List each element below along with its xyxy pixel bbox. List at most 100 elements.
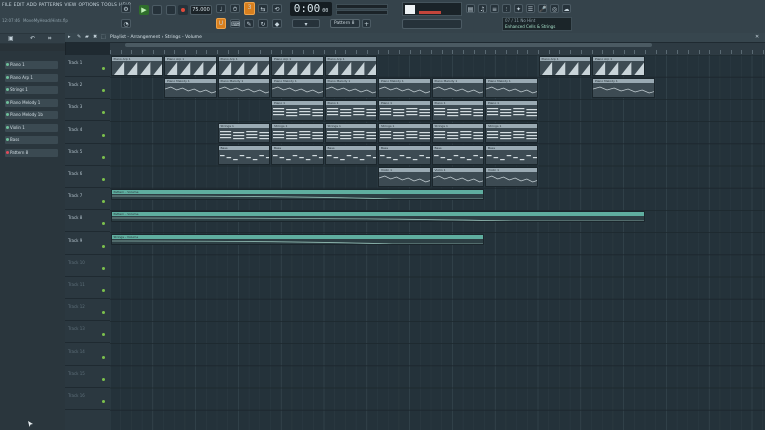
loop-icon[interactable]: ↻ [258,19,268,28]
wrench-icon[interactable]: ⚙ [121,4,131,13]
menu-options[interactable]: OPTIONS [78,3,99,11]
tag-icon[interactable]: ⌗ [48,35,51,43]
browser-item[interactable]: Piano 1 [5,61,58,69]
render-icon[interactable]: ◎ [550,4,559,13]
browser-item[interactable]: Bass [5,136,58,144]
track-mute-led[interactable] [102,200,105,204]
playlist-icon[interactable]: ▤ [466,4,475,13]
master-volume-slider[interactable] [336,4,388,9]
playlist-clip[interactable]: Piano Arp 1 [538,56,591,77]
browser-item[interactable]: Pattern 8 [5,148,58,157]
playlist-clip[interactable]: Strings 1 [217,122,270,143]
menu-add[interactable]: ADD [26,3,36,11]
browser-item[interactable]: Piano Melody 1 [5,98,58,107]
track-header[interactable]: Track 1 [65,55,110,77]
snap-selector[interactable]: ▾ [292,19,320,28]
wait-input-icon[interactable]: ⏱ [230,4,240,13]
track-header[interactable]: Track 14 [65,344,110,366]
mixer-icon[interactable]: ⫶ [502,4,511,13]
add-pattern-icon[interactable]: + [362,19,371,28]
loop-record-icon[interactable]: ⟲ [272,4,282,13]
playlist-clip[interactable]: Piano 1 [485,100,538,121]
playlist-clip[interactable]: Bass [324,144,377,165]
playlist-clip[interactable]: Piano Melody 1 [217,78,270,99]
playlist-clip[interactable]: Bass [217,144,270,165]
playlist-clip[interactable]: Piano Melody 1 [271,78,324,99]
track-header[interactable]: Track 3 [65,99,110,122]
select-tool-icon[interactable]: ⬚ [101,34,106,40]
blend-notes-icon[interactable]: ⇆ [258,4,268,13]
track-mute-led[interactable] [102,377,105,381]
play-button[interactable]: ▶ [139,5,149,15]
playlist-clip[interactable]: Piano Melody 1 [592,78,656,99]
draw-tool-icon[interactable]: ✎ [77,34,81,40]
track-header[interactable]: Track 9 [65,233,110,255]
playlist-clip[interactable]: Piano Melody 1 [485,78,538,99]
playlist-clip[interactable]: Piano 1 [431,100,484,121]
browser-item[interactable]: Piano Arp 1 [5,73,58,82]
playlist-clip[interactable]: Piano 1 [378,100,431,121]
track-header[interactable]: Track 13 [65,321,110,344]
pattern-selector[interactable]: Pattern 8 [330,19,360,28]
playlist-clip[interactable]: Bass [431,144,484,165]
horizontal-scrollbar[interactable] [125,43,652,47]
menu-patterns[interactable]: PATTERNS [39,3,63,11]
microphone-icon[interactable]: 🎤 [538,4,547,13]
track-mute-led[interactable] [102,155,105,159]
playlist-clip[interactable]: Strings 1 [324,122,377,143]
track-header[interactable]: Track 5 [65,144,110,166]
playlist-clip[interactable]: Strings 1 [271,122,324,143]
menu-file[interactable]: FILE [2,3,12,11]
playlist-grid[interactable]: Piano Arp 1 Piano Arp 1 Piano Arp 1 Piano A… [110,55,765,430]
undo-icon[interactable]: ↶ [30,35,35,42]
online-icon[interactable]: ☁ [562,4,571,13]
track-mute-led[interactable] [102,289,105,292]
menu-view[interactable]: VIEW [64,3,76,11]
pattern-song-toggle[interactable] [166,5,176,15]
playlist-clip[interactable]: Violin 1 [485,167,538,188]
playlist-menu-icon[interactable]: ▸ [68,34,71,40]
typing-keyboard-icon[interactable]: ⌨ [230,19,240,28]
tempo-dial-icon[interactable]: ◔ [121,19,131,28]
track-header[interactable]: Track 10 [65,255,110,277]
countdown-icon[interactable]: 3 [244,2,255,15]
playlist-clip[interactable]: Bass [485,144,538,165]
browser-icon[interactable]: ☰ [526,4,535,13]
menu-edit[interactable]: EDIT [14,3,25,11]
playlist-clip[interactable]: Strings 1 [431,122,484,143]
track-mute-led[interactable] [102,89,105,93]
track-mute-led[interactable] [102,178,105,181]
playlist-clip[interactable]: Piano 1 [271,100,324,121]
plugin-picker-icon[interactable]: ✦ [514,4,523,13]
step-edit-icon[interactable]: ✎ [244,19,254,28]
playlist-clip[interactable]: Violin 1 [431,167,484,188]
playlist-clip[interactable]: Pattern - Volume [110,211,645,223]
track-header[interactable]: Track 15 [65,366,110,388]
track-header[interactable]: Track 11 [65,277,110,299]
track-header[interactable]: Track 7 [65,188,110,211]
song-time-display[interactable]: 0:00 00 [290,2,332,16]
playlist-clip[interactable]: Bass [378,144,431,165]
playlist-clip[interactable]: Piano Arp 1 [592,56,645,77]
playlist-clip[interactable]: Piano Arp 1 [271,56,324,77]
playlist-clip[interactable]: Piano Arp 1 [217,56,270,77]
playlist-clip[interactable]: Piano 1 [324,100,377,121]
browser-item[interactable]: Piano Melody 1b [5,111,58,119]
track-mute-led[interactable] [102,311,105,315]
track-mute-led[interactable] [102,67,105,70]
playlist-clip[interactable]: Piano Arp 1 [324,56,377,77]
recording-filter-icon[interactable]: ◆ [272,19,282,28]
playlist-clip[interactable]: Strings - Volume [110,233,484,245]
playlist-clip[interactable]: Piano Melody 1 [378,78,431,99]
track-header[interactable]: Track 12 [65,299,110,322]
track-mute-led[interactable] [102,355,105,359]
playlist-clip[interactable]: Pattern - Volume [110,189,484,201]
record-button[interactable] [178,5,188,15]
tempo-display[interactable]: 75.000 [190,5,212,15]
track-header[interactable]: Track 2 [65,77,110,100]
playlist-clip[interactable]: Piano Arp 1 [164,56,217,77]
track-mute-led[interactable] [102,266,105,270]
browser-item[interactable]: Violin 1 [5,123,58,132]
menu-tools[interactable]: TOOLS [101,3,117,11]
track-mute-led[interactable] [102,400,105,403]
